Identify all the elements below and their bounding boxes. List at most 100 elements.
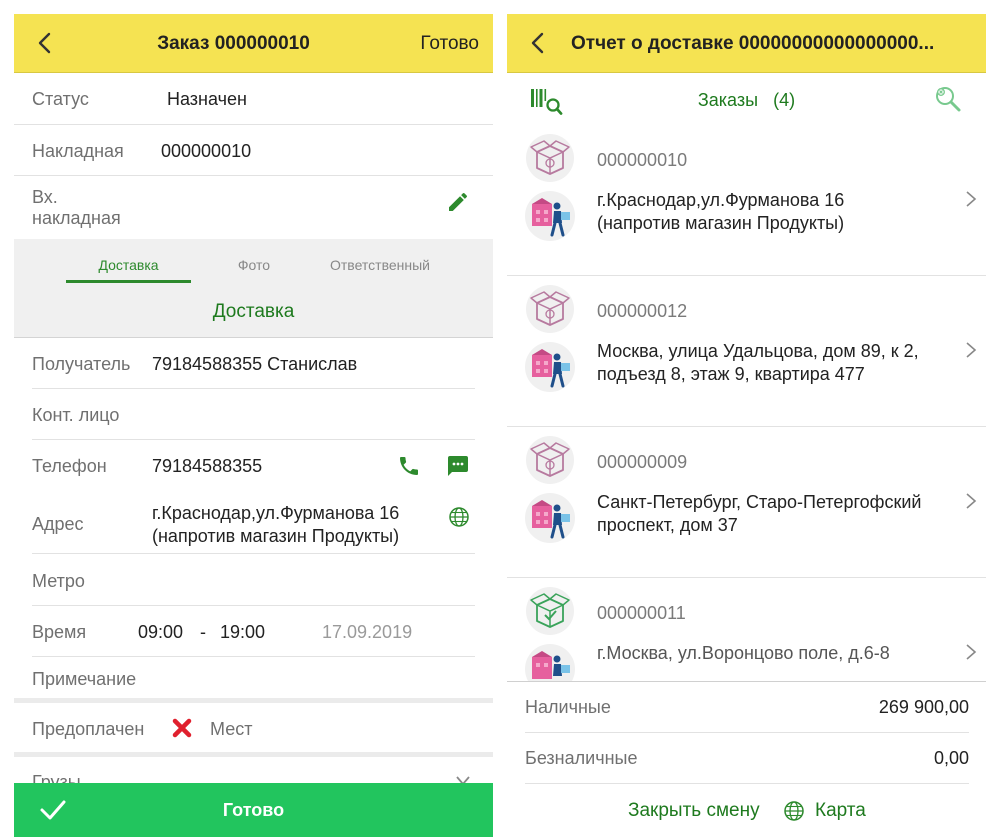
orders-toolbar: Заказы (4) xyxy=(507,74,986,126)
status-label: Статус xyxy=(32,89,89,109)
order-title: Заказ 000000010 xyxy=(157,33,310,54)
contact-label: Конт. лицо xyxy=(32,405,120,425)
recipient-value[interactable]: 79184588355 Станислав xyxy=(152,354,357,375)
places-label: Мест xyxy=(210,719,253,739)
tab-responsible[interactable]: Ответственный xyxy=(314,257,446,273)
order-header: Заказ 000000010 Готово xyxy=(14,14,493,73)
map-link[interactable]: Карта xyxy=(815,786,866,836)
tab-delivery[interactable]: Доставка xyxy=(66,257,191,273)
prepaid-label: Предоплачен xyxy=(32,719,145,739)
recipient-label: Получатель xyxy=(32,354,131,374)
divider xyxy=(32,388,475,389)
section-title: Доставка xyxy=(212,301,295,322)
globe-icon[interactable] xyxy=(448,506,470,528)
section-divider xyxy=(14,698,493,703)
sms-message-icon[interactable] xyxy=(446,454,470,478)
order-number: 000000012 xyxy=(597,301,688,321)
order-address-line2: подъезд 8, этаж 9, квартира 477 xyxy=(597,364,865,384)
chevron-right-icon xyxy=(966,191,977,207)
incoming-invoice-label: Вх. накладная xyxy=(32,187,121,229)
divider xyxy=(32,656,475,657)
orders-label: Заказы xyxy=(697,90,759,110)
time-label: Время xyxy=(32,622,87,642)
order-address: Москва, улица Удальцова, дом 89, к 2, по… xyxy=(597,340,957,386)
cashless-row: Безналичные 0,00 xyxy=(525,733,969,784)
status-row: Статус Назначен xyxy=(14,74,493,125)
cashless-value: 0,00 xyxy=(933,748,969,768)
order-screen: Заказ 000000010 Готово Статус Назначен Н… xyxy=(14,14,493,837)
cash-label: Наличные xyxy=(525,697,611,717)
courier-icon xyxy=(525,191,575,241)
order-number: 000000011 xyxy=(597,603,686,623)
invoice-label: Накладная xyxy=(32,141,124,161)
tab-photo[interactable]: Фото xyxy=(204,257,304,273)
barcode-scan-icon[interactable] xyxy=(529,86,563,116)
courier-icon xyxy=(525,493,575,543)
box-delivered-icon xyxy=(526,587,574,635)
address-line1: г.Краснодар,ул.Фурманова 16 xyxy=(152,503,400,523)
back-arrow-icon[interactable] xyxy=(525,30,551,56)
phone-label: Телефон xyxy=(32,456,107,476)
report-title: Отчет о доставке 00000000000000000... xyxy=(571,33,935,54)
box-pending-icon xyxy=(526,285,574,333)
order-item[interactable]: 000000009 Санкт-Петербург, Старо-Петерго… xyxy=(507,427,986,578)
delivery-report-screen: Отчет о доставке 00000000000000000... За… xyxy=(507,14,986,837)
address-line2: (напротив магазин Продукты) xyxy=(152,526,400,546)
courier-icon xyxy=(525,342,575,392)
orders-title: Заказы (4) xyxy=(657,74,836,126)
order-address: г.Краснодар,ул.Фурманова 16 (напротив ма… xyxy=(597,189,957,235)
report-header: Отчет о доставке 00000000000000000... xyxy=(507,14,986,73)
order-number: 000000009 xyxy=(597,452,688,472)
edit-pencil-icon[interactable] xyxy=(446,190,470,214)
order-number: 000000010 xyxy=(597,150,688,170)
order-address: Санкт-Петербург, Старо-Петергофский прос… xyxy=(597,491,957,537)
phone-call-icon[interactable] xyxy=(397,454,421,478)
chevron-right-icon xyxy=(966,342,977,358)
address-label: Адрес xyxy=(32,514,84,534)
done-footer-button[interactable]: Готово xyxy=(14,783,493,837)
order-item[interactable]: 000000012 Москва, улица Удальцова, дом 8… xyxy=(507,276,986,427)
status-value[interactable]: Назначен xyxy=(167,89,247,110)
invoice-row: Накладная 000000010 xyxy=(14,125,493,176)
cash-row: Наличные 269 900,00 xyxy=(525,682,969,733)
cash-value: 269 900,00 xyxy=(878,697,969,717)
globe-icon[interactable] xyxy=(783,800,805,822)
divider xyxy=(32,439,475,440)
phone-value[interactable]: 79184588355 xyxy=(152,456,262,477)
order-address-line1: г.Краснодар,ул.Фурманова 16 xyxy=(597,190,845,210)
order-item[interactable]: 000000010 г.Краснодар,ул.Фурманова 16 (н… xyxy=(507,125,986,276)
courier-icon xyxy=(525,644,575,681)
cross-icon[interactable] xyxy=(171,717,193,739)
time-from-value[interactable]: 09:00 xyxy=(138,622,183,643)
tab-bar: Доставка Фото Ответственный Доставка xyxy=(14,239,493,338)
order-address-line2: (напротив магазин Продукты) xyxy=(597,213,845,233)
active-tab-indicator xyxy=(66,280,191,283)
order-item[interactable]: 000000011 г.Москва, ул.Воронцово поле, д… xyxy=(507,578,986,682)
order-address-line1: Санкт-Петербург, Старо-Петергофский xyxy=(597,492,922,512)
box-pending-icon xyxy=(526,134,574,182)
chevron-right-icon xyxy=(966,644,977,660)
back-arrow-icon[interactable] xyxy=(32,30,58,56)
close-shift-link[interactable]: Закрыть смену xyxy=(628,786,760,836)
search-clear-icon[interactable] xyxy=(933,84,963,114)
order-address-line1: г.Москва, ул.Воронцово поле, д.6-8 xyxy=(597,643,890,663)
date-value[interactable]: 17.09.2019 xyxy=(322,622,412,643)
note-label[interactable]: Примечание xyxy=(32,669,136,690)
incoming-invoice-label-line1: Вх. xyxy=(32,187,58,207)
orders-count: (4) xyxy=(773,90,796,110)
time-to-value[interactable]: 19:00 xyxy=(220,622,265,643)
invoice-value[interactable]: 000000010 xyxy=(161,141,251,162)
done-header-button[interactable]: Готово xyxy=(420,14,479,73)
cashless-label: Безналичные xyxy=(525,748,638,768)
address-value[interactable]: г.Краснодар,ул.Фурманова 16 (напротив ма… xyxy=(152,502,442,548)
incoming-invoice-label-line2: накладная xyxy=(32,208,121,228)
done-footer-label: Готово xyxy=(222,800,285,820)
order-address-line1: Москва, улица Удальцова, дом 89, к 2, xyxy=(597,341,919,361)
metro-label: Метро xyxy=(32,571,85,591)
order-address-line2: проспект, дом 37 xyxy=(597,515,738,535)
order-address: г.Москва, ул.Воронцово поле, д.6-8 xyxy=(597,642,957,665)
divider xyxy=(32,605,475,606)
bottom-actions: Закрыть смену Карта xyxy=(507,786,986,836)
chevron-right-icon xyxy=(966,493,977,509)
section-divider xyxy=(14,752,493,757)
